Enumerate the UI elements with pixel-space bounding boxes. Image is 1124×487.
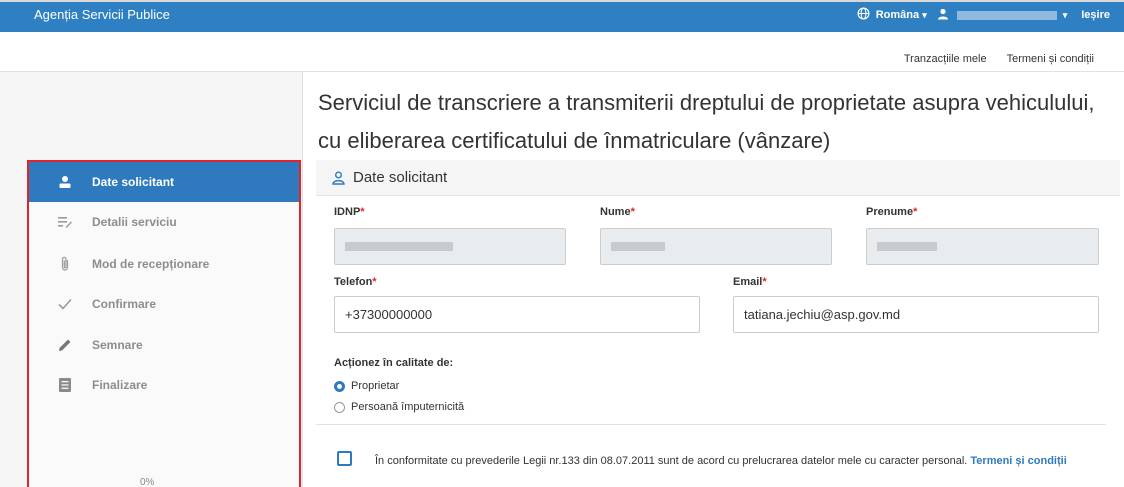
- email-value: tatiana.jechiu@asp.gov.md: [744, 307, 901, 322]
- user-name-masked[interactable]: [956, 10, 1057, 20]
- radio-unselected-icon[interactable]: [334, 401, 345, 413]
- consent-terms-link[interactable]: Termeni și condiții: [970, 455, 1066, 467]
- pencil-icon: [55, 338, 75, 352]
- user-icon[interactable]: [937, 8, 949, 23]
- page-title: Serviciul de transcriere a transmiterii …: [318, 90, 1095, 153]
- consent-text: În conformitate cu prevederile Legii nr.…: [375, 453, 1105, 469]
- consent-statement: În conformitate cu prevederile Legii nr.…: [375, 455, 968, 467]
- step-label: Mod de recepționare: [92, 257, 210, 271]
- masked-value: [611, 242, 665, 251]
- progress-percent: 0%: [140, 477, 155, 487]
- step-mod-receptionare[interactable]: Mod de recepționare: [29, 244, 299, 284]
- step-label: Detalii serviciu: [92, 215, 177, 229]
- paperclip-icon: [55, 256, 75, 272]
- steps-list: Date solicitant Detalii serviciu Mod de …: [27, 160, 301, 487]
- logout-link[interactable]: Ieșire: [1081, 9, 1110, 21]
- top-bar: Agenția Servicii Publice Româna ▾ ▾ Ieși…: [0, 0, 1124, 32]
- email-input[interactable]: tatiana.jechiu@asp.gov.md: [733, 296, 1099, 333]
- divider: [316, 424, 1106, 425]
- radio-proprietar[interactable]: Proprietar: [334, 380, 399, 392]
- radio-persoana-imputernicita[interactable]: Persoană împuternicită: [334, 401, 464, 413]
- checkmark-icon: [55, 298, 75, 310]
- language-selector[interactable]: Româna ▾: [876, 9, 927, 21]
- my-transactions-link[interactable]: Tranzacțiile mele: [904, 53, 987, 65]
- nume-field: [600, 228, 832, 265]
- masked-value: [345, 242, 453, 251]
- person-icon: [55, 175, 75, 189]
- chevron-down-icon[interactable]: ▾: [1063, 10, 1068, 21]
- prenume-field: [866, 228, 1099, 265]
- step-finalizare[interactable]: Finalizare: [29, 365, 299, 405]
- section-header: Date solicitant: [316, 160, 1120, 196]
- nume-label: Nume*: [600, 206, 635, 218]
- step-label: Confirmare: [92, 297, 157, 311]
- telefon-label: Telefon*: [334, 276, 377, 288]
- document-icon: [55, 378, 75, 392]
- step-semnare[interactable]: Semnare: [29, 325, 299, 365]
- radio-label: Proprietar: [351, 380, 400, 392]
- telefon-value: +37300000000: [345, 307, 433, 322]
- list-edit-icon: [55, 216, 75, 228]
- brand-name[interactable]: Agenția Servicii Publice: [34, 7, 170, 22]
- step-date-solicitant[interactable]: Date solicitant: [29, 162, 299, 202]
- chevron-down-icon: ▾: [922, 10, 927, 20]
- idnp-label: IDNP*: [334, 206, 365, 218]
- radio-label: Persoană împuternicită: [351, 401, 465, 413]
- telefon-input[interactable]: +37300000000: [334, 296, 700, 333]
- step-label: Finalizare: [92, 378, 148, 392]
- masked-value: [877, 242, 937, 251]
- section-title: Date solicitant: [353, 169, 448, 186]
- consent-checkbox[interactable]: [337, 451, 352, 466]
- sidebar: Date solicitant Detalii serviciu Mod de …: [0, 72, 303, 487]
- step-detalii-serviciu[interactable]: Detalii serviciu: [29, 202, 299, 242]
- step-label: Semnare: [92, 338, 143, 352]
- radio-selected-icon[interactable]: [334, 380, 345, 392]
- email-label: Email*: [733, 276, 767, 288]
- top-right-menu: Româna ▾ ▾ Ieșire: [851, 7, 1110, 23]
- globe-icon[interactable]: [857, 7, 870, 23]
- step-confirmare[interactable]: Confirmare: [29, 284, 299, 324]
- person-icon: [332, 171, 345, 185]
- step-label: Date solicitant: [92, 175, 175, 189]
- prenume-label: Prenume*: [866, 206, 918, 218]
- role-title: Acționez în calitate de:: [334, 357, 454, 369]
- idnp-field: [334, 228, 566, 265]
- terms-link[interactable]: Termeni și condiții: [1007, 53, 1094, 65]
- secondary-nav: Tranzacțiile mele Termeni și condiții: [0, 42, 1124, 72]
